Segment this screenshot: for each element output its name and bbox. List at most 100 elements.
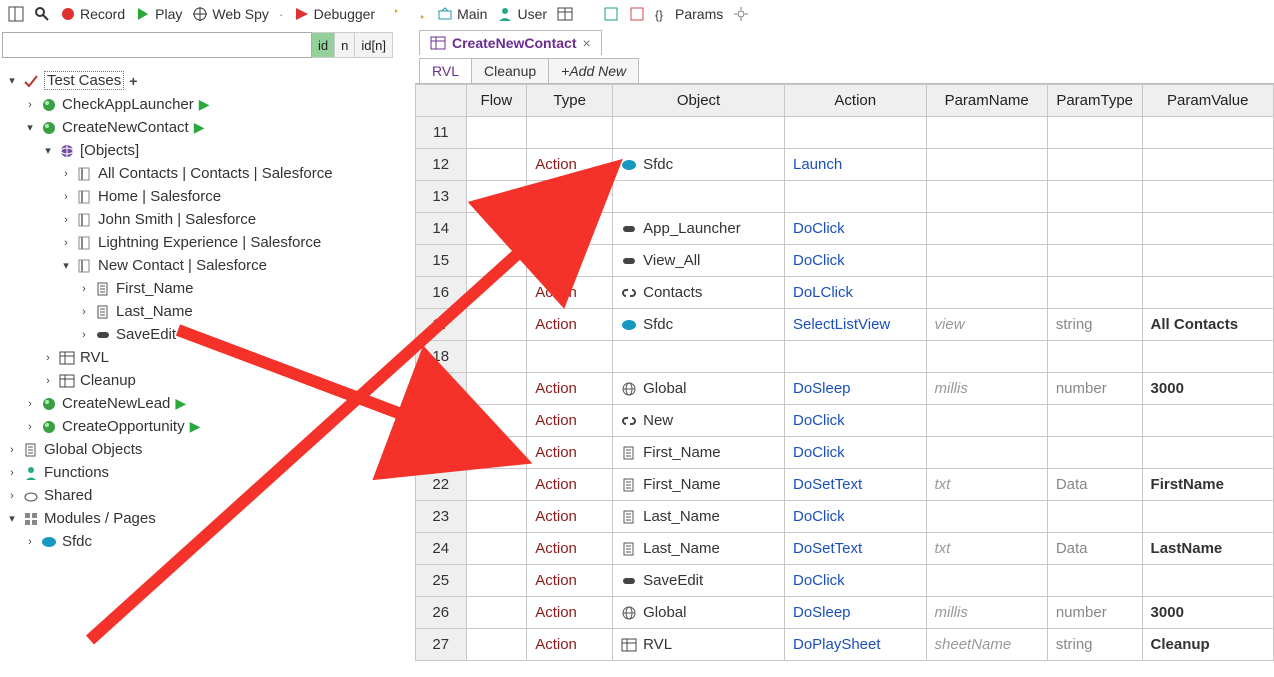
cell-flow[interactable] xyxy=(466,533,527,565)
cell-paramvalue[interactable] xyxy=(1142,277,1273,309)
cell-type[interactable]: Action xyxy=(527,501,613,533)
cell-paramvalue[interactable]: LastName xyxy=(1142,533,1273,565)
cell-paramvalue[interactable] xyxy=(1142,405,1273,437)
tree-item[interactable]: ›Functions xyxy=(2,461,415,484)
file-tab[interactable]: CreateNewContact × xyxy=(419,30,602,55)
play-icon[interactable]: ▶ xyxy=(175,395,186,412)
tree-item[interactable]: ›John Smith | Salesforce xyxy=(2,208,415,231)
cell-paramtype[interactable] xyxy=(1047,501,1142,533)
cell-object[interactable]: Sfdc xyxy=(613,309,785,341)
webspy-button[interactable]: Web Spy xyxy=(192,6,269,22)
expand-icon[interactable]: › xyxy=(60,168,72,180)
cell-paramname[interactable]: sheetName xyxy=(926,629,1047,661)
tab-cleanup[interactable]: Cleanup xyxy=(471,58,549,83)
grid-row[interactable]: 27ActionRVLDoPlaySheetsheetNamestringCle… xyxy=(416,629,1274,661)
col-paramvalue[interactable]: ParamValue xyxy=(1142,85,1273,117)
col-object[interactable]: Object xyxy=(613,85,785,117)
expand-icon[interactable]: ▾ xyxy=(42,144,54,157)
cell-object[interactable]: First_Name xyxy=(613,437,785,469)
cell-paramtype[interactable] xyxy=(1047,405,1142,437)
tree-item[interactable]: ›Global Objects xyxy=(2,438,415,461)
expand-icon[interactable]: › xyxy=(78,329,90,341)
cell-type[interactable]: Action xyxy=(527,245,613,277)
filter-id[interactable]: id xyxy=(312,32,335,58)
user-button[interactable]: User xyxy=(497,6,547,22)
cell-flow[interactable] xyxy=(466,373,527,405)
params-button[interactable]: {}Params xyxy=(655,6,723,22)
cell-flow[interactable] xyxy=(466,629,527,661)
debugger-button[interactable]: Debugger xyxy=(294,6,376,22)
close-icon[interactable]: × xyxy=(582,35,590,51)
play-icon[interactable]: ▶ xyxy=(199,96,210,113)
cell-paramvalue[interactable] xyxy=(1142,565,1273,597)
cell-object[interactable] xyxy=(613,341,785,373)
cell-action[interactable]: DoSetText xyxy=(784,469,926,501)
cell-flow[interactable] xyxy=(466,277,527,309)
tree-item[interactable]: ›CreateNewLead ▶ xyxy=(2,392,415,415)
cell-flow[interactable] xyxy=(466,213,527,245)
expand-icon[interactable]: › xyxy=(78,283,90,295)
cell-object[interactable]: Contacts xyxy=(613,277,785,309)
cell-paramvalue[interactable] xyxy=(1142,117,1273,149)
filter-idn[interactable]: id[n] xyxy=(355,32,393,58)
cell-paramvalue[interactable] xyxy=(1142,437,1273,469)
col-paramtype[interactable]: ParamType xyxy=(1047,85,1142,117)
grid-row[interactable]: 25ActionSaveEditDoClick xyxy=(416,565,1274,597)
expand-icon[interactable]: ▾ xyxy=(24,121,36,134)
cell-paramtype[interactable] xyxy=(1047,149,1142,181)
expand-icon[interactable]: › xyxy=(60,214,72,226)
expand-icon[interactable]: › xyxy=(60,191,72,203)
cell-paramname[interactable] xyxy=(926,213,1047,245)
col-flow[interactable]: Flow xyxy=(466,85,527,117)
cell-object[interactable]: App_Launcher xyxy=(613,213,785,245)
cell-action[interactable]: DoClick xyxy=(784,565,926,597)
play-button[interactable]: Play xyxy=(135,6,182,22)
cell-object[interactable]: Last_Name xyxy=(613,533,785,565)
grid-row[interactable]: 13 xyxy=(416,181,1274,213)
tree-item[interactable]: ›SaveEdit xyxy=(2,323,415,346)
grid-row[interactable]: 21ActionFirst_NameDoClick xyxy=(416,437,1274,469)
cell-type[interactable]: Action xyxy=(527,565,613,597)
tree-item[interactable]: ›CreateOpportunity ▶ xyxy=(2,415,415,438)
layout-icon[interactable] xyxy=(8,6,24,22)
grid-row[interactable]: 17ActionSfdcSelectListViewviewstringAll … xyxy=(416,309,1274,341)
cell-object[interactable]: Sfdc xyxy=(613,149,785,181)
tree-item[interactable]: ▾[Objects] xyxy=(2,139,415,162)
grid-row[interactable]: 18 xyxy=(416,341,1274,373)
cell-type[interactable] xyxy=(527,341,613,373)
cell-paramname[interactable] xyxy=(926,117,1047,149)
cell-action[interactable]: DoClick xyxy=(784,245,926,277)
cell-paramname[interactable]: millis xyxy=(926,373,1047,405)
tree-item[interactable]: ›Sfdc xyxy=(2,530,415,553)
cell-paramname[interactable]: txt xyxy=(926,533,1047,565)
tree-item[interactable]: ›Cleanup xyxy=(2,369,415,392)
cell-object[interactable]: Last_Name xyxy=(613,501,785,533)
cell-action[interactable]: DoPlaySheet xyxy=(784,629,926,661)
cell-type[interactable]: Action xyxy=(527,629,613,661)
tree-item[interactable]: ›CheckAppLauncher ▶ xyxy=(2,93,415,116)
cell-paramvalue[interactable] xyxy=(1142,245,1273,277)
cell-paramname[interactable] xyxy=(926,341,1047,373)
cell-action[interactable]: Launch xyxy=(784,149,926,181)
cell-paramtype[interactable] xyxy=(1047,117,1142,149)
cell-paramname[interactable] xyxy=(926,437,1047,469)
cell-paramname[interactable] xyxy=(926,245,1047,277)
main-button[interactable]: Main xyxy=(437,6,487,22)
cell-paramtype[interactable]: Data xyxy=(1047,469,1142,501)
cell-action[interactable]: DoClick xyxy=(784,437,926,469)
cell-paramvalue[interactable] xyxy=(1142,501,1273,533)
tree-item[interactable]: ›First_Name xyxy=(2,277,415,300)
step-out-icon[interactable] xyxy=(411,6,427,22)
grid-row[interactable]: 16ActionContactsDoLClick xyxy=(416,277,1274,309)
grid-row[interactable]: 22ActionFirst_NameDoSetTexttxtDataFirstN… xyxy=(416,469,1274,501)
cell-action[interactable]: DoClick xyxy=(784,405,926,437)
tree-item[interactable]: ›All Contacts | Contacts | Salesforce xyxy=(2,162,415,185)
record-button[interactable]: Record xyxy=(60,6,125,22)
cell-paramtype[interactable]: string xyxy=(1047,629,1142,661)
grid-row[interactable]: 20ActionNewDoClick xyxy=(416,405,1274,437)
filter-input[interactable] xyxy=(2,32,312,58)
cell-paramtype[interactable]: number xyxy=(1047,373,1142,405)
cell-paramvalue[interactable]: 3000 xyxy=(1142,373,1273,405)
col-type[interactable]: Type xyxy=(527,85,613,117)
cell-paramvalue[interactable]: All Contacts xyxy=(1142,309,1273,341)
